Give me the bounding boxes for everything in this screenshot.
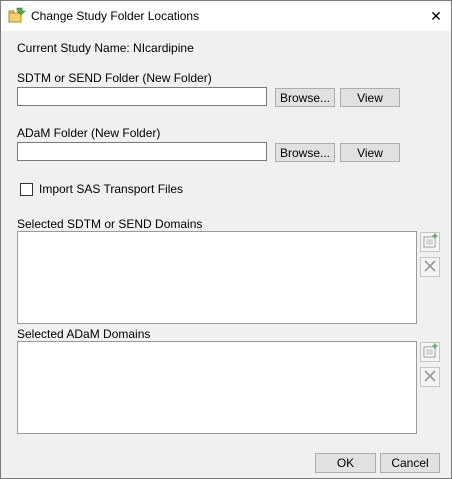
sdtm-add-button[interactable] <box>420 232 440 252</box>
adam-add-button[interactable] <box>420 342 440 362</box>
dialog-window: Change Study Folder Locations ✕ Current … <box>0 0 452 479</box>
sdtm-browse-button[interactable]: Browse... <box>275 88 335 107</box>
add-list-icon <box>422 343 438 362</box>
adam-browse-button[interactable]: Browse... <box>275 143 335 162</box>
close-button[interactable]: ✕ <box>421 1 451 31</box>
title-bar: Change Study Folder Locations ✕ <box>1 1 451 31</box>
sdtm-folder-label: SDTM or SEND Folder (New Folder) <box>17 71 212 85</box>
selected-adam-label: Selected ADaM Domains <box>17 327 151 341</box>
window-title: Change Study Folder Locations <box>31 9 200 23</box>
import-sas-label[interactable]: Import SAS Transport Files <box>39 182 183 196</box>
folder-swap-icon <box>8 7 26 25</box>
selected-sdtm-label: Selected SDTM or SEND Domains <box>17 217 203 231</box>
remove-x-icon <box>422 368 438 387</box>
cancel-button[interactable]: Cancel <box>380 453 440 473</box>
adam-folder-input[interactable] <box>17 142 267 161</box>
sdtm-view-button[interactable]: View <box>340 88 400 107</box>
adam-folder-label: ADaM Folder (New Folder) <box>17 126 161 140</box>
adam-remove-button[interactable] <box>420 367 440 387</box>
current-study-name: Current Study Name: NIcardipine <box>17 41 194 55</box>
import-sas-checkbox[interactable] <box>20 183 33 196</box>
adam-view-button[interactable]: View <box>340 143 400 162</box>
add-list-icon <box>422 233 438 252</box>
ok-button[interactable]: OK <box>315 453 376 473</box>
sdtm-remove-button[interactable] <box>420 257 440 277</box>
remove-x-icon <box>422 258 438 277</box>
close-icon: ✕ <box>430 7 442 24</box>
selected-adam-list[interactable] <box>17 341 417 434</box>
sdtm-folder-input[interactable] <box>17 87 267 106</box>
selected-sdtm-list[interactable] <box>17 231 417 324</box>
